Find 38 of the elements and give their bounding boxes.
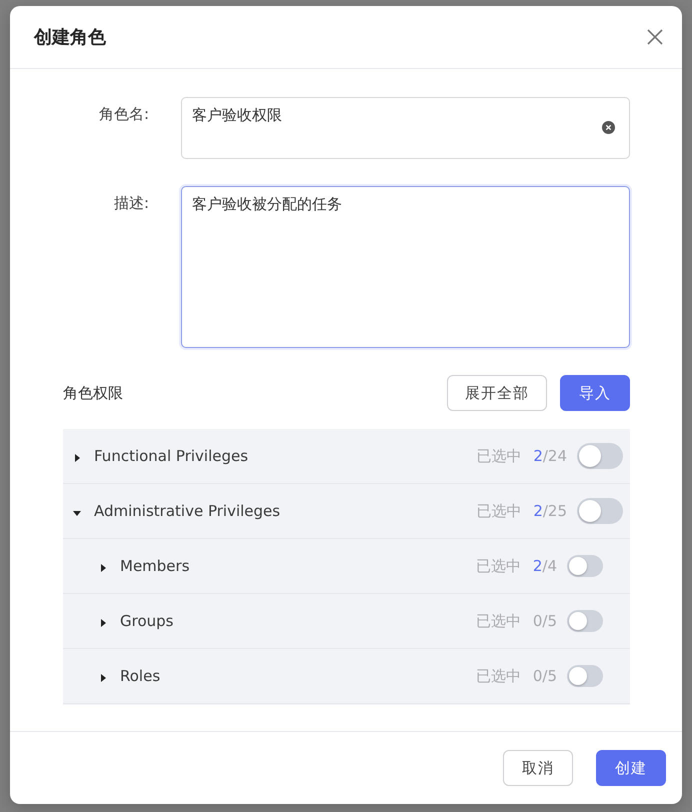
cancel-button[interactable]: 取消 bbox=[503, 750, 573, 786]
caret-icon[interactable] bbox=[73, 454, 81, 462]
toggle-switch[interactable] bbox=[577, 443, 623, 469]
create-button[interactable]: 创建 bbox=[596, 750, 666, 786]
selected-label: 已选中 bbox=[476, 556, 521, 576]
toggle-switch[interactable] bbox=[567, 610, 603, 632]
privilege-name: Groups bbox=[120, 612, 174, 630]
selected-label: 已选中 bbox=[476, 446, 522, 466]
textarea-field[interactable]: 客户验收被分配的任务 bbox=[181, 186, 630, 348]
dialog-title: 创建角色 bbox=[34, 26, 106, 49]
selected-label: 已选中 bbox=[476, 502, 522, 520]
selected-count: 0/5 bbox=[532, 667, 557, 685]
import-button[interactable]: 导入 bbox=[560, 375, 630, 411]
field-value: 客户验收权限 bbox=[192, 106, 282, 125]
toggle-switch[interactable] bbox=[567, 665, 603, 687]
field-value: 客户验收被分配的任务 bbox=[192, 195, 342, 214]
caret-icon[interactable] bbox=[99, 618, 107, 626]
caret-icon[interactable] bbox=[99, 674, 107, 682]
field-label: 角色名: bbox=[98, 104, 150, 124]
selected-count: 2/24 bbox=[533, 447, 567, 465]
expand-all-button[interactable]: 展开全部 bbox=[447, 375, 547, 411]
selected-label: 已选中 bbox=[476, 612, 521, 630]
privilege-name: Functional Privileges bbox=[94, 447, 250, 465]
selected-count: 0/5 bbox=[532, 612, 557, 630]
caret-icon[interactable] bbox=[73, 508, 81, 516]
privilege-name: Members bbox=[120, 557, 191, 575]
selected-count: 2/25 bbox=[533, 502, 567, 520]
toggle-switch[interactable] bbox=[567, 555, 603, 577]
section-title: 角色权限 bbox=[63, 384, 123, 402]
caret-icon[interactable] bbox=[99, 564, 107, 572]
privilege-name: Roles bbox=[120, 667, 162, 685]
privilege-name: Administrative Privileges bbox=[94, 502, 282, 520]
selected-count: 2/4 bbox=[532, 557, 557, 575]
selected-label: 已选中 bbox=[476, 666, 521, 686]
input-field[interactable]: 客户验收权限 bbox=[181, 97, 630, 159]
toggle-switch[interactable] bbox=[577, 498, 623, 524]
field-label: 描述: bbox=[112, 193, 150, 213]
clear-icon[interactable] bbox=[602, 121, 615, 134]
